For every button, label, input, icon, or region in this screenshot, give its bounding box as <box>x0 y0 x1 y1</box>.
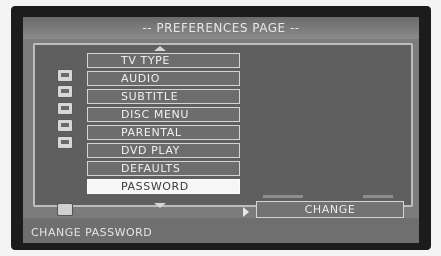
status-text: CHANGE PASSWORD <box>31 226 153 239</box>
menu-item-dvd-play[interactable]: DVD PLAY <box>87 143 240 158</box>
menu-item-password[interactable]: PASSWORD <box>87 179 240 194</box>
menu-item-defaults[interactable]: DEFAULTS <box>87 161 240 176</box>
menu-item-parental[interactable]: PARENTAL <box>87 125 240 140</box>
speaker-icon[interactable] <box>57 85 73 98</box>
scroll-down-icon[interactable] <box>154 203 166 208</box>
menu-item-disc-menu[interactable]: DISC MENU <box>87 107 240 122</box>
faint-tabs <box>263 195 413 199</box>
change-option[interactable]: CHANGE <box>256 201 404 218</box>
menu-item-audio[interactable]: AUDIO <box>87 71 240 86</box>
audio-icon[interactable] <box>57 102 73 115</box>
video-icon[interactable] <box>57 119 73 132</box>
page-title: -- PREFERENCES PAGE -- <box>142 21 300 35</box>
speaker-icon[interactable] <box>57 69 73 82</box>
submenu-arrow-icon <box>243 207 249 217</box>
osd-panel: -- PREFERENCES PAGE -- TV TYPE AUDIO SUB… <box>23 17 419 243</box>
lock-icon <box>57 203 73 216</box>
scroll-up-icon[interactable] <box>154 46 166 51</box>
menu-item-subtitle[interactable]: SUBTITLE <box>87 89 240 104</box>
menu-item-tv-type[interactable]: TV TYPE <box>87 53 240 68</box>
preferences-icon[interactable] <box>57 136 73 149</box>
